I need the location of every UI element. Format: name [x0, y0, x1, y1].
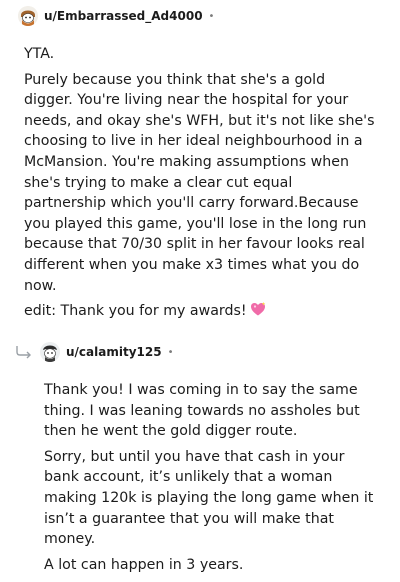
comment-paragraph: Purely because you think that she's a go…	[24, 71, 375, 294]
comment-header: u/Embarrassed_Ad4000 •	[0, 0, 400, 32]
comment-reply: u/calamity125 • Thank you! I was coming …	[0, 336, 400, 580]
edit-line: edit: Thank you for my awards!	[24, 301, 376, 322]
comment-paragraph: YTA.	[24, 46, 55, 62]
comment-paragraph: Sorry, but until you have that cash in y…	[44, 448, 374, 548]
edit-text: edit: Thank you for my awards!	[24, 303, 247, 320]
sparkling-heart-icon	[250, 301, 266, 317]
comment-top-level: u/Embarrassed_Ad4000 • YTA. Purely becau…	[0, 0, 400, 327]
user-avatar[interactable]	[40, 342, 60, 362]
username-link[interactable]: u/Embarrassed_Ad4000	[44, 9, 203, 23]
username-link[interactable]: u/calamity125	[66, 345, 162, 359]
comment-body: YTA. Purely because you think that she's…	[0, 32, 400, 322]
snoo-avatar-icon	[18, 6, 38, 26]
meta-separator: •	[167, 346, 174, 358]
reply-arrow-icon	[14, 344, 34, 360]
meta-separator: •	[208, 10, 215, 22]
comment-paragraph: Thank you! I was coming in to say the sa…	[44, 382, 360, 440]
comment-body: Thank you! I was coming in to say the sa…	[0, 368, 400, 575]
comment-paragraph: A lot can happen in 3 years.	[44, 556, 244, 573]
user-avatar[interactable]	[18, 6, 38, 26]
snoo-avatar-icon	[40, 342, 60, 362]
comment-header: u/calamity125 •	[0, 336, 400, 368]
